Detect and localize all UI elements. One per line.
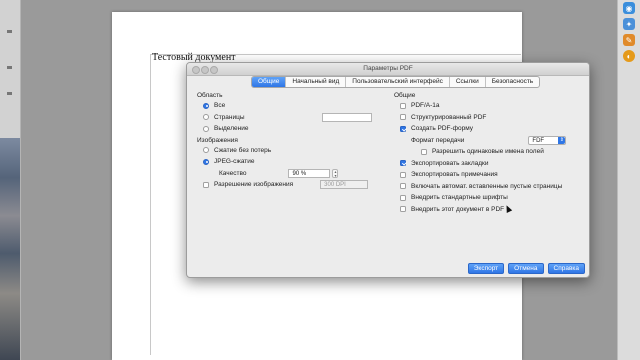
- tagged-pdf-checkbox[interactable]: [400, 114, 406, 121]
- gallery-icon[interactable]: ◐: [623, 50, 635, 62]
- pdf-form-checkbox[interactable]: [400, 125, 406, 132]
- jpeg-option[interactable]: JPEG-сжатие: [197, 156, 377, 168]
- quality-label: Качество: [219, 169, 247, 177]
- quality-stepper[interactable]: ▴ ▾: [332, 168, 339, 178]
- notes-checkbox[interactable]: [400, 171, 406, 178]
- dialog-buttons: Экспорт Отмена Справка: [467, 263, 585, 274]
- globe-icon[interactable]: ◉: [623, 2, 635, 14]
- general-heading: Общие: [394, 92, 416, 99]
- bookmarks-label: Экспортировать закладки: [411, 159, 489, 167]
- embed-fonts-option[interactable]: Внедрить стандартные шрифты: [394, 192, 584, 204]
- export-button[interactable]: Экспорт: [467, 263, 505, 274]
- left-column: Область Все Страницы Выделение Изображен…: [197, 91, 377, 191]
- tagged-pdf-option[interactable]: Структурированный PDF: [394, 112, 584, 124]
- notes-option[interactable]: Экспортировать примечания: [394, 169, 584, 181]
- quality-row: Качество 90 % ▴ ▾: [197, 168, 377, 180]
- panel-handle-icon: [7, 66, 12, 69]
- right-column: Общие PDF/A-1a Структурированный PDF Соз…: [394, 91, 584, 215]
- pdfa-checkbox[interactable]: [400, 102, 406, 109]
- lossless-radio[interactable]: [203, 147, 209, 154]
- resolution-checkbox[interactable]: [203, 181, 209, 188]
- notes-label: Экспортировать примечания: [411, 171, 498, 179]
- pdfa-label: PDF/A-1a: [411, 102, 440, 110]
- pdf-form-option[interactable]: Создать PDF-форму: [394, 123, 584, 135]
- pdf-options-dialog: Параметры PDF Общие Начальный вид Пользо…: [186, 62, 590, 278]
- resolution-select[interactable]: 300 DPI: [320, 180, 369, 190]
- desktop-wallpaper: [0, 138, 20, 360]
- tab-general[interactable]: Общие: [252, 77, 287, 87]
- resolution-row: Разрешение изображения 300 DPI: [197, 179, 377, 191]
- duplicate-names-option[interactable]: Разрешить одинаковые имена полей: [394, 146, 584, 158]
- pdf-form-label: Создать PDF-форму: [411, 125, 474, 133]
- duplicate-names-label: Разрешить одинаковые имена полей: [432, 148, 544, 156]
- range-selection-option[interactable]: Выделение: [197, 123, 377, 135]
- tab-links[interactable]: Ссылки: [450, 77, 486, 87]
- bookmarks-option[interactable]: Экспортировать закладки: [394, 158, 584, 170]
- range-selection-radio[interactable]: [203, 125, 209, 132]
- range-selection-label: Выделение: [214, 125, 249, 133]
- area-heading: Область: [197, 92, 223, 99]
- format-value: FDF: [532, 137, 545, 144]
- format-select[interactable]: FDF ⇕: [528, 135, 567, 145]
- chevron-updown-icon: ⇕: [558, 136, 566, 144]
- tab-initial-view[interactable]: Начальный вид: [286, 77, 347, 87]
- range-all-radio[interactable]: [203, 102, 209, 109]
- help-button[interactable]: Справка: [547, 263, 585, 274]
- left-panel-strip: [0, 0, 21, 360]
- resolution-label: Разрешение изображения: [214, 181, 294, 189]
- range-all-label: Все: [214, 102, 226, 110]
- range-pages-label: Страницы: [214, 113, 245, 121]
- panel-handle-icon: [7, 30, 12, 33]
- range-all-option[interactable]: Все: [197, 100, 377, 112]
- panel-handle-icon: [7, 92, 12, 95]
- duplicate-names-checkbox[interactable]: [421, 148, 427, 155]
- tab-bar: Общие Начальный вид Пользовательский инт…: [251, 76, 541, 88]
- embed-document-label: Внедрить этот документ в PDF: [411, 205, 505, 213]
- quality-input[interactable]: 90 %: [288, 168, 331, 178]
- tab-user-interface[interactable]: Пользовательский интерфейс: [346, 77, 450, 87]
- range-pages-radio[interactable]: [203, 114, 209, 121]
- lossless-option[interactable]: Сжатие без потерь: [197, 145, 377, 157]
- cancel-button[interactable]: Отмена: [508, 263, 544, 274]
- lossless-label: Сжатие без потерь: [214, 146, 272, 154]
- range-pages-option[interactable]: Страницы: [197, 112, 377, 124]
- embed-document-option[interactable]: Внедрить этот документ в PDF: [394, 204, 584, 216]
- tagged-pdf-label: Структурированный PDF: [411, 113, 487, 121]
- jpeg-label: JPEG-сжатие: [214, 158, 255, 166]
- jpeg-radio[interactable]: [203, 158, 209, 165]
- tab-security[interactable]: Безопасность: [486, 77, 539, 87]
- pdfa-option[interactable]: PDF/A-1a: [394, 100, 584, 112]
- styles-icon[interactable]: ✎: [623, 34, 635, 46]
- empty-pages-checkbox[interactable]: [400, 183, 406, 190]
- right-sidebar: ◉ ✦ ✎ ◐: [617, 0, 640, 360]
- dialog-title: Параметры PDF: [363, 65, 413, 72]
- format-label: Формат передачи: [411, 136, 465, 144]
- embed-fonts-label: Внедрить стандартные шрифты: [411, 194, 508, 202]
- format-row: Формат передачи FDF ⇕: [394, 135, 584, 147]
- embed-fonts-checkbox[interactable]: [400, 194, 406, 201]
- dialog-titlebar[interactable]: Параметры PDF: [187, 63, 589, 76]
- navigator-icon[interactable]: ✦: [623, 18, 635, 30]
- embed-document-checkbox[interactable]: [400, 206, 406, 213]
- pages-input[interactable]: [322, 112, 372, 122]
- empty-pages-option[interactable]: Включать автомат. вставленные пустые стр…: [394, 181, 584, 193]
- images-heading: Изображения: [197, 136, 238, 144]
- empty-pages-label: Включать автомат. вставленные пустые стр…: [411, 182, 563, 190]
- bookmarks-checkbox[interactable]: [400, 160, 406, 167]
